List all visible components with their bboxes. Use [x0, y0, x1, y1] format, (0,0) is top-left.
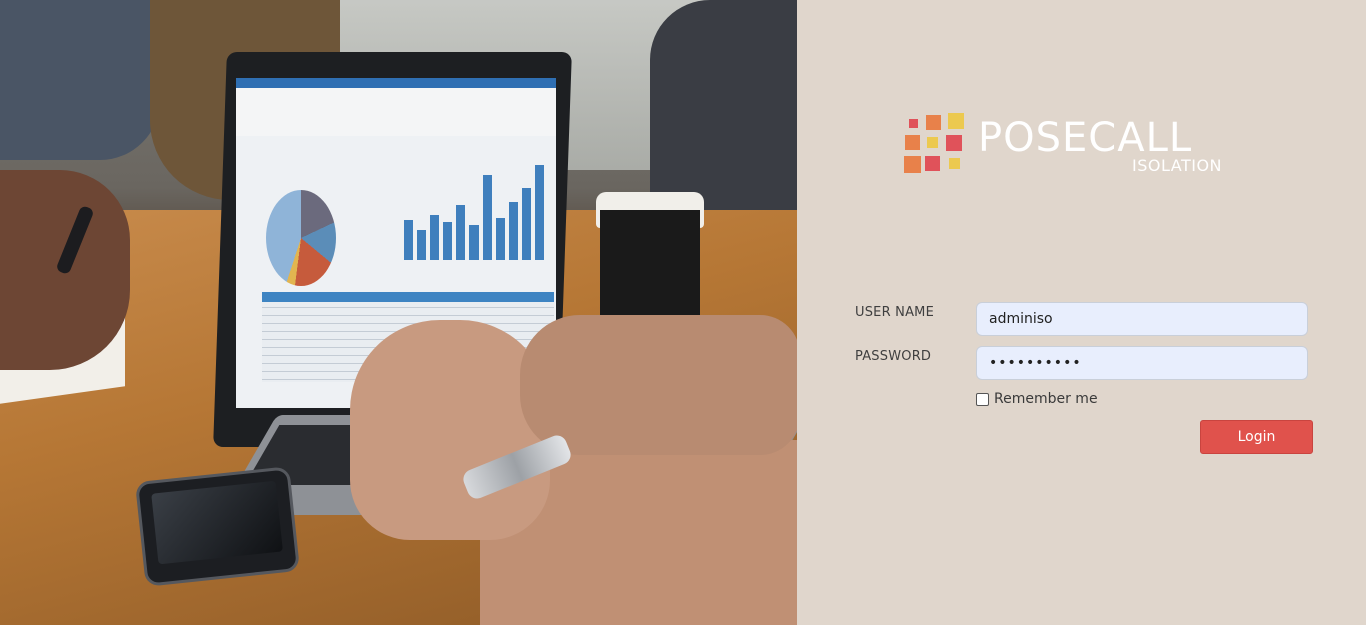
brand-logo: POSECALL ISOLATION	[903, 112, 1243, 182]
spreadsheet-ribbon	[236, 78, 556, 136]
smartphone	[134, 466, 301, 587]
smartphone-screen	[151, 480, 283, 565]
brand-title: POSECALL	[978, 115, 1193, 161]
typing-hand-right	[520, 315, 797, 455]
brand-subtitle: ISOLATION	[1132, 156, 1223, 175]
spreadsheet-header-row	[262, 292, 554, 302]
typing-hand-left	[350, 320, 550, 540]
password-label: PASSWORD	[855, 349, 932, 364]
login-button[interactable]: Login	[1200, 420, 1313, 454]
pie-chart-illustration	[266, 190, 336, 286]
remember-me[interactable]: Remember me	[976, 391, 1098, 407]
bar-chart-illustration	[404, 160, 545, 260]
background-photo	[0, 0, 797, 625]
username-label: USER NAME	[855, 305, 934, 320]
person-left	[0, 0, 160, 160]
remember-me-checkbox[interactable]	[976, 392, 989, 406]
password-input[interactable]	[976, 346, 1308, 380]
login-panel: POSECALL ISOLATION USER NAME PASSWORD Re…	[797, 0, 1366, 625]
logo-mosaic-icon	[903, 112, 967, 174]
remember-me-label: Remember me	[994, 391, 1098, 407]
username-input[interactable]	[976, 302, 1308, 336]
